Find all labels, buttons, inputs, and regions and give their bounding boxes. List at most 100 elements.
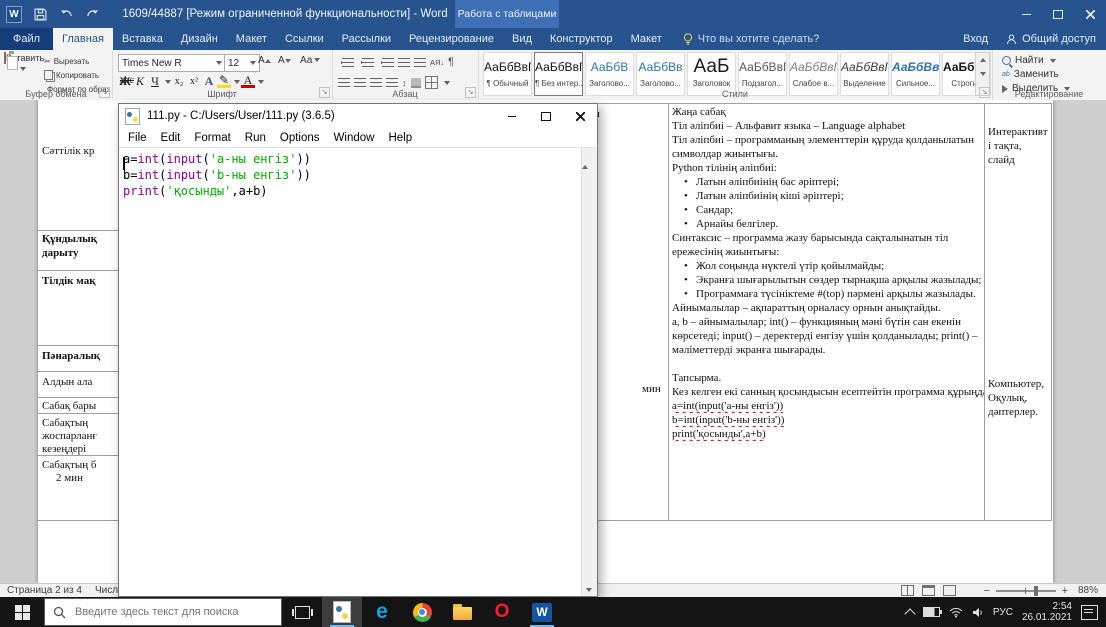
shading-icon[interactable] — [411, 78, 421, 88]
ribbon-tab[interactable]: Рассылки — [333, 28, 400, 50]
taskbar-search[interactable] — [44, 598, 282, 626]
align-center-icon[interactable] — [354, 78, 366, 87]
language-indicator[interactable]: РУС — [993, 607, 1013, 618]
numbered-list-icon[interactable] — [362, 58, 374, 67]
ribbon-tab[interactable]: Макет — [622, 28, 671, 50]
code-editor[interactable]: a=int(input('а-ны енгіз')) b=int(input('… — [119, 148, 582, 596]
minimize-button[interactable] — [495, 104, 529, 128]
copy-button[interactable]: Копировать — [44, 68, 110, 82]
ribbon-tab[interactable]: Главная — [53, 28, 113, 50]
tray-expand-icon[interactable] — [904, 608, 915, 619]
justify-icon[interactable] — [386, 78, 398, 87]
menu-item[interactable]: Options — [273, 132, 327, 144]
font-family-combobox[interactable]: Times New R — [118, 54, 226, 72]
taskbar-app-word[interactable]: W — [522, 597, 562, 627]
ribbon-tab[interactable]: Ссылки — [276, 28, 333, 50]
ribbon-tab[interactable]: Вставка — [113, 28, 172, 50]
dialog-launcher-icon[interactable]: ↘ — [465, 87, 476, 98]
menu-item[interactable]: Help — [381, 132, 419, 144]
tell-me-box[interactable]: Что вы хотите сделать? — [683, 28, 820, 50]
volume-icon[interactable] — [972, 607, 984, 618]
zoom-slider[interactable] — [996, 590, 1056, 592]
read-mode-icon[interactable] — [901, 585, 914, 596]
zoom-in-button[interactable]: + — [1062, 585, 1068, 597]
underline-button[interactable]: Ч — [148, 74, 162, 89]
gallery-down-icon[interactable] — [976, 67, 989, 81]
share-button[interactable]: Общий доступ — [1006, 28, 1096, 50]
font-size-combobox[interactable]: 12 — [224, 54, 260, 72]
find-button[interactable]: Найти — [1002, 55, 1056, 66]
battery-icon[interactable] — [923, 607, 940, 617]
zoom-level[interactable]: 88% — [1078, 585, 1098, 596]
print-layout-icon[interactable] — [922, 585, 935, 596]
replace-button[interactable]: abЗаменить — [1002, 69, 1059, 80]
bullet-list-icon[interactable] — [342, 58, 354, 67]
contextual-tab-header[interactable]: Работа с таблицами — [455, 0, 559, 28]
minimize-button[interactable] — [1010, 0, 1042, 28]
change-case-button[interactable]: Аа — [300, 55, 320, 66]
task-view-button[interactable] — [282, 597, 322, 627]
multilevel-list-icon[interactable] — [382, 58, 394, 67]
save-icon[interactable] — [32, 6, 48, 22]
taskbar-app-idle[interactable] — [322, 597, 362, 627]
grow-font-button[interactable]: А — [258, 55, 271, 66]
borders-icon[interactable] — [425, 76, 438, 89]
maximize-button[interactable] — [529, 104, 563, 128]
maximize-button[interactable] — [1042, 0, 1074, 28]
show-marks-icon[interactable]: ¶ — [448, 56, 454, 68]
action-center-icon[interactable] — [1081, 605, 1098, 620]
undo-icon[interactable] — [58, 6, 74, 22]
dialog-launcher-icon[interactable]: ↘ — [979, 87, 990, 98]
decrease-indent-icon[interactable] — [398, 58, 410, 67]
scrollbar[interactable] — [581, 148, 597, 596]
start-button[interactable] — [0, 597, 44, 627]
menu-item[interactable]: File — [121, 132, 154, 144]
menu-item[interactable]: Window — [327, 132, 382, 144]
menu-item[interactable]: Run — [238, 132, 273, 144]
borders-caret-icon[interactable] — [444, 81, 450, 85]
word-app-icon[interactable]: W — [6, 6, 22, 22]
zoom-handle[interactable] — [1034, 586, 1038, 596]
wifi-icon[interactable] — [949, 607, 963, 618]
ribbon-tab[interactable]: Файл — [0, 28, 53, 50]
dialog-launcher-icon[interactable]: ↘ — [99, 87, 110, 98]
taskbar-app-edge[interactable]: e — [362, 597, 402, 627]
menu-item[interactable]: Edit — [154, 132, 188, 144]
font-color-button[interactable]: А — [241, 75, 255, 88]
idle-titlebar[interactable]: 111.py - C:/Users/User/111.py (3.6.5) — [119, 104, 597, 128]
page-indicator[interactable]: Страница 2 из 4 — [7, 585, 82, 596]
scroll-down-icon[interactable] — [586, 588, 592, 592]
cut-button[interactable]: ✂Вырезать — [44, 54, 110, 68]
close-button[interactable] — [1074, 0, 1106, 28]
align-left-icon[interactable] — [338, 78, 350, 87]
shrink-font-button[interactable]: А — [278, 55, 291, 66]
gallery-up-icon[interactable] — [976, 53, 989, 67]
ribbon-tab[interactable]: Макет — [227, 28, 276, 50]
ribbon-tab[interactable]: Вид — [503, 28, 541, 50]
close-button[interactable] — [563, 104, 597, 128]
highlight-color-button[interactable]: ✎ — [217, 75, 231, 88]
align-right-icon[interactable] — [370, 78, 382, 87]
text-effects-button[interactable]: А — [202, 74, 216, 89]
scroll-up-icon[interactable] — [582, 148, 588, 169]
clock[interactable]: 2:54 26.01.2021 — [1022, 601, 1072, 623]
underline-caret-icon[interactable] — [165, 80, 171, 84]
superscript-button[interactable]: x² — [187, 76, 201, 87]
zoom-out-button[interactable]: − — [984, 585, 990, 597]
ribbon-tab[interactable]: Рецензирование — [400, 28, 503, 50]
highlight-caret-icon[interactable] — [234, 80, 240, 84]
subscript-button[interactable]: x₂ — [172, 76, 186, 87]
redo-icon[interactable] — [84, 6, 100, 22]
sort-icon[interactable]: АЯ↓ — [430, 58, 444, 67]
font-color-caret-icon[interactable] — [258, 80, 264, 84]
ribbon-tab[interactable]: Дизайн — [172, 28, 227, 50]
taskbar-app-explorer[interactable] — [442, 597, 482, 627]
menu-item[interactable]: Format — [187, 132, 237, 144]
sign-in-link[interactable]: Вход — [963, 28, 988, 50]
ribbon-tab[interactable]: Конструктор — [541, 28, 622, 50]
taskbar-app-opera[interactable]: O — [482, 597, 522, 627]
increase-indent-icon[interactable] — [414, 58, 426, 67]
line-spacing-icon[interactable]: ↕ — [402, 78, 407, 88]
strikethrough-button[interactable]: abc — [118, 75, 136, 86]
dialog-launcher-icon[interactable]: ↘ — [319, 87, 330, 98]
